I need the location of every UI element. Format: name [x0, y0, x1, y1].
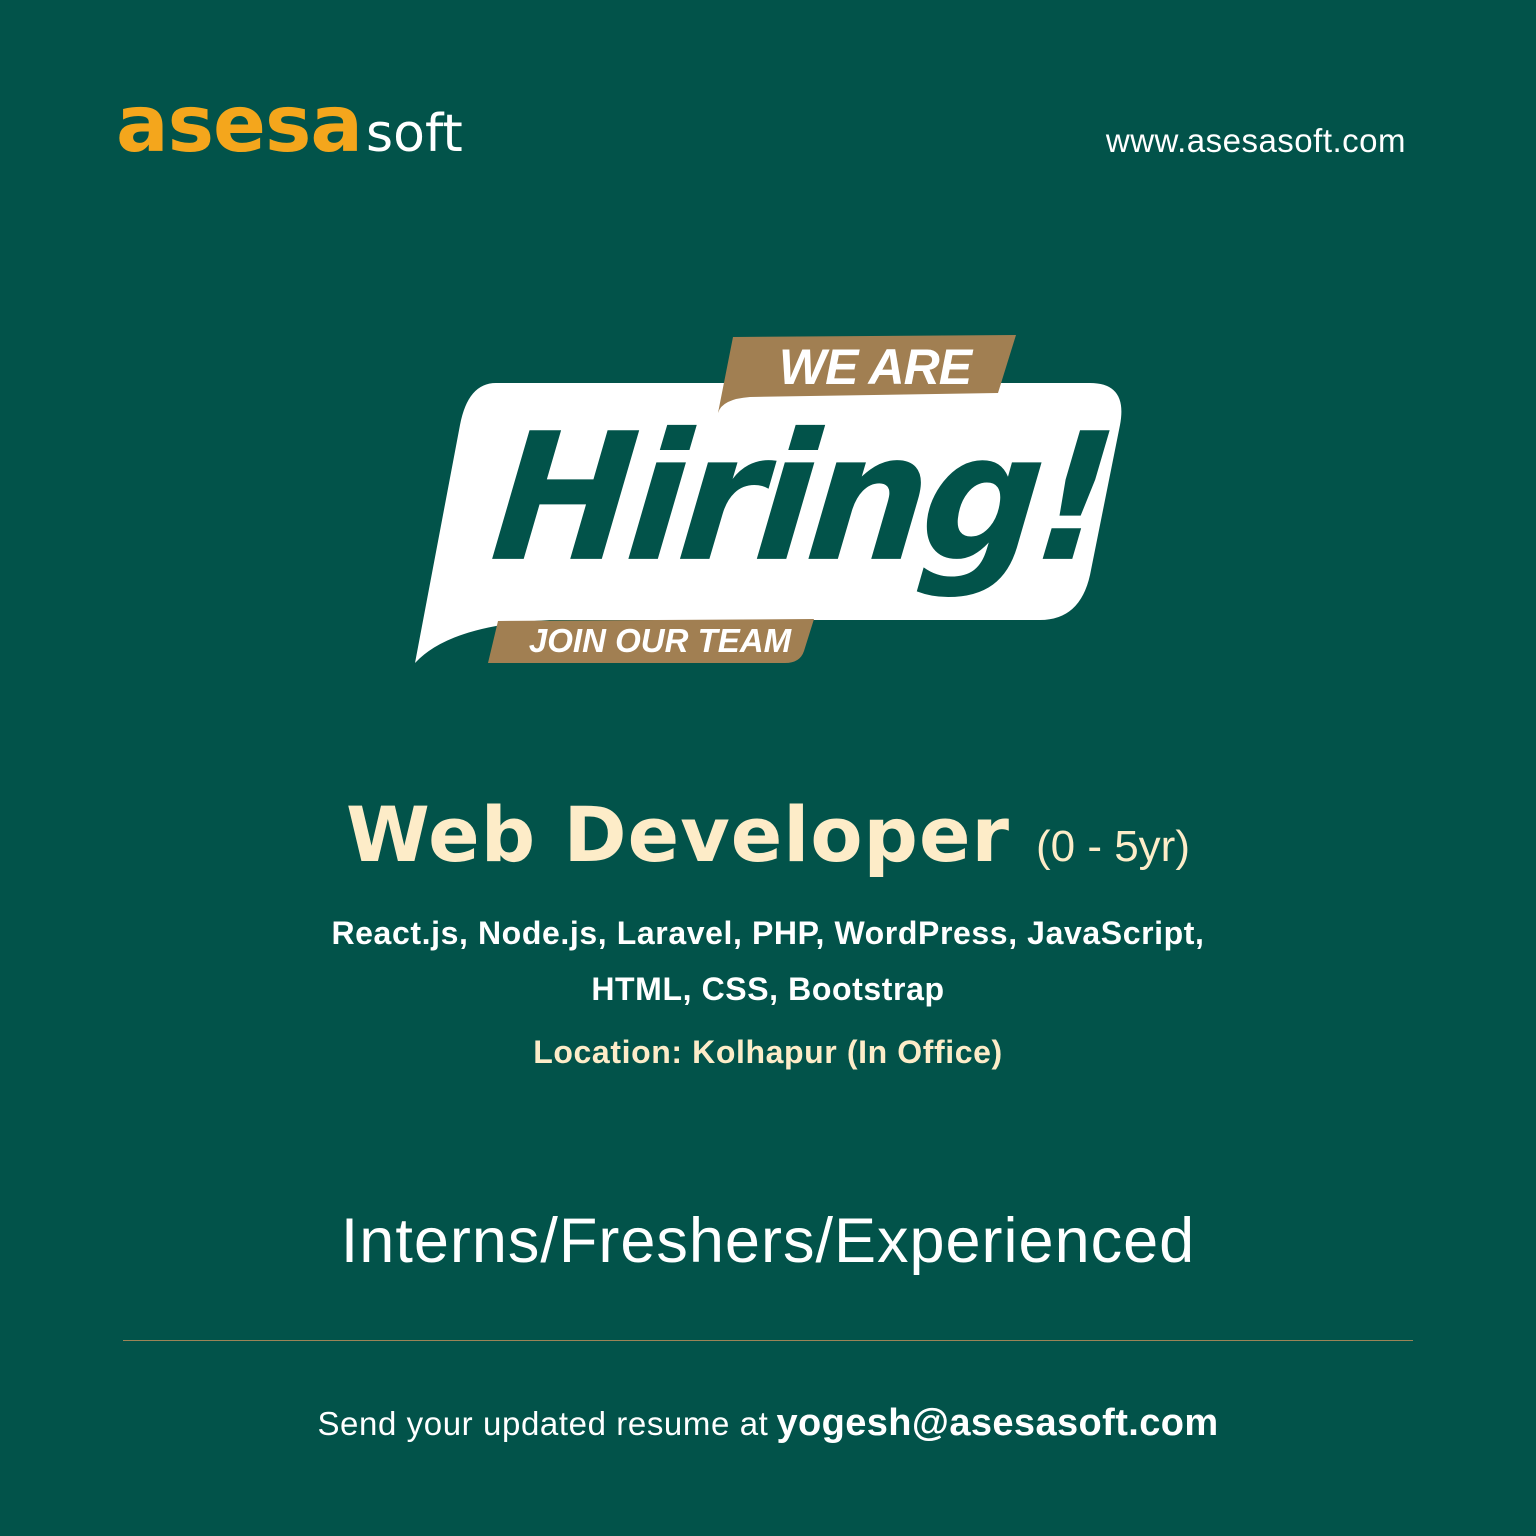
contact-email[interactable]: yogesh@asesasoft.com [776, 1402, 1218, 1444]
banner-top-tag-text: WE ARE [778, 339, 972, 395]
divider [123, 1340, 1413, 1341]
job-experience: (0 - 5yr) [1035, 822, 1190, 871]
contact-row: Send your updated resume at yogesh@asesas… [0, 1402, 1536, 1445]
banner-bottom-tag-text: JOIN OUR TEAM [528, 622, 792, 659]
website-link[interactable]: www.asesasoft.com [1106, 122, 1406, 160]
skills-line-1: React.js, Node.js, Laravel, PHP, WordPre… [331, 915, 1205, 951]
skills-list: React.js, Node.js, Laravel, PHP, WordPre… [0, 905, 1536, 1017]
logo-main-text: asesa [116, 80, 363, 170]
banner-headline: Hiring! [484, 395, 1119, 601]
hiring-banner: WE ARE Hiring! JOIN OUR TEAM [400, 325, 1140, 680]
candidate-levels: Interns/Freshers/Experienced [340, 1206, 1196, 1276]
job-title-row: Web Developer (0 - 5yr) [0, 790, 1536, 879]
logo-sub-text: soft [366, 104, 463, 164]
job-location: Location: Kolhapur (In Office) [533, 1034, 1003, 1070]
company-logo: asesasoft [116, 80, 463, 170]
contact-text: Send your updated resume at [317, 1405, 769, 1442]
skills-line-2: HTML, CSS, Bootstrap [591, 971, 945, 1007]
job-title: Web Developer [346, 790, 1010, 879]
